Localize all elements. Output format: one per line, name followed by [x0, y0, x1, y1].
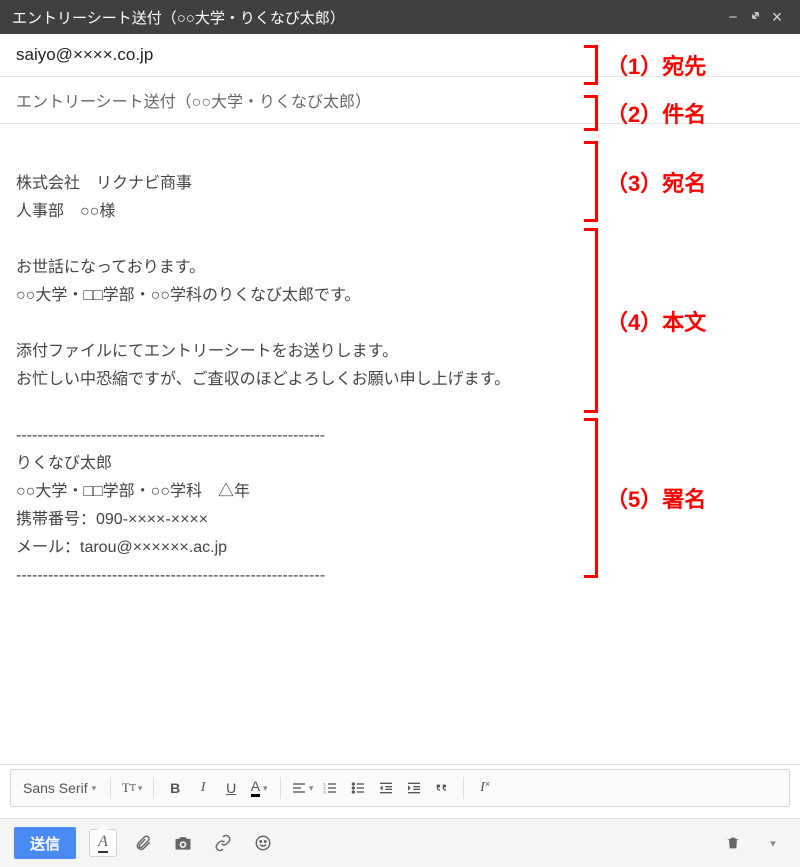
- paperclip-icon: [134, 834, 152, 852]
- separator: [280, 777, 281, 799]
- window-titlebar: エントリーシート送付（○○大学・りくなび太郎） − ×: [0, 0, 800, 34]
- align-button[interactable]: ▾: [289, 775, 315, 801]
- separator: [463, 777, 464, 799]
- maximize-button[interactable]: [744, 9, 766, 26]
- format-toolbar: Sans Serif ▾ TT▾ B I U A▾ ▾ 123 I×: [10, 769, 790, 807]
- italic-button[interactable]: I: [190, 775, 216, 801]
- trash-icon: [725, 835, 741, 851]
- chevron-down-icon: ▾: [263, 783, 268, 794]
- insert-emoji-button[interactable]: [250, 830, 276, 856]
- insert-link-button[interactable]: [210, 830, 236, 856]
- minimize-button[interactable]: −: [722, 9, 744, 26]
- format-toggle-button[interactable]: A: [90, 830, 116, 856]
- attach-file-button[interactable]: [130, 830, 156, 856]
- send-button[interactable]: 送信: [14, 827, 76, 859]
- underline-button[interactable]: U: [218, 775, 244, 801]
- discard-draft-button[interactable]: [720, 830, 746, 856]
- blockquote-button[interactable]: [429, 775, 455, 801]
- more-options-button[interactable]: ▾: [760, 830, 786, 856]
- close-button[interactable]: ×: [766, 7, 788, 28]
- window-title: エントリーシート送付（○○大学・りくなび太郎）: [12, 7, 722, 28]
- chevron-down-icon: ▾: [309, 783, 314, 794]
- separator: [153, 777, 154, 799]
- text-color-button[interactable]: A▾: [246, 775, 272, 801]
- numbered-list-button[interactable]: 123: [317, 775, 343, 801]
- font-family-select[interactable]: Sans Serif ▾: [17, 780, 102, 796]
- indent-more-button[interactable]: [401, 775, 427, 801]
- bold-button[interactable]: B: [162, 775, 188, 801]
- to-field[interactable]: saiyo@××××.co.jp: [0, 34, 800, 77]
- bottom-toolbar: 送信 A ▾: [0, 818, 800, 867]
- clear-format-button[interactable]: I×: [472, 775, 498, 801]
- chevron-down-icon: ▾: [770, 837, 776, 850]
- chevron-down-icon: ▾: [138, 783, 143, 794]
- insert-photo-button[interactable]: [170, 830, 196, 856]
- subject-value: エントリーシート送付（○○大学・りくなび太郎）: [16, 94, 371, 111]
- camera-icon: [173, 833, 193, 853]
- subject-field[interactable]: エントリーシート送付（○○大学・りくなび太郎）: [0, 77, 800, 124]
- font-family-label: Sans Serif: [23, 780, 88, 796]
- chevron-down-icon: ▾: [92, 783, 97, 794]
- to-value: saiyo@××××.co.jp: [16, 45, 153, 64]
- indent-less-button[interactable]: [373, 775, 399, 801]
- smile-icon: [254, 834, 272, 852]
- email-body-text: 株式会社 リクナビ商事 人事部 ○○様 お世話になっております。 ○○大学・□□…: [16, 175, 510, 584]
- separator: [110, 777, 111, 799]
- bulleted-list-button[interactable]: [345, 775, 371, 801]
- format-toolbar-container: Sans Serif ▾ TT▾ B I U A▾ ▾ 123 I×: [0, 764, 800, 818]
- link-icon: [214, 834, 232, 852]
- svg-text:3: 3: [323, 789, 326, 794]
- email-body[interactable]: 株式会社 リクナビ商事 人事部 ○○様 お世話になっております。 ○○大学・□□…: [0, 124, 800, 826]
- font-size-button[interactable]: TT▾: [119, 775, 145, 801]
